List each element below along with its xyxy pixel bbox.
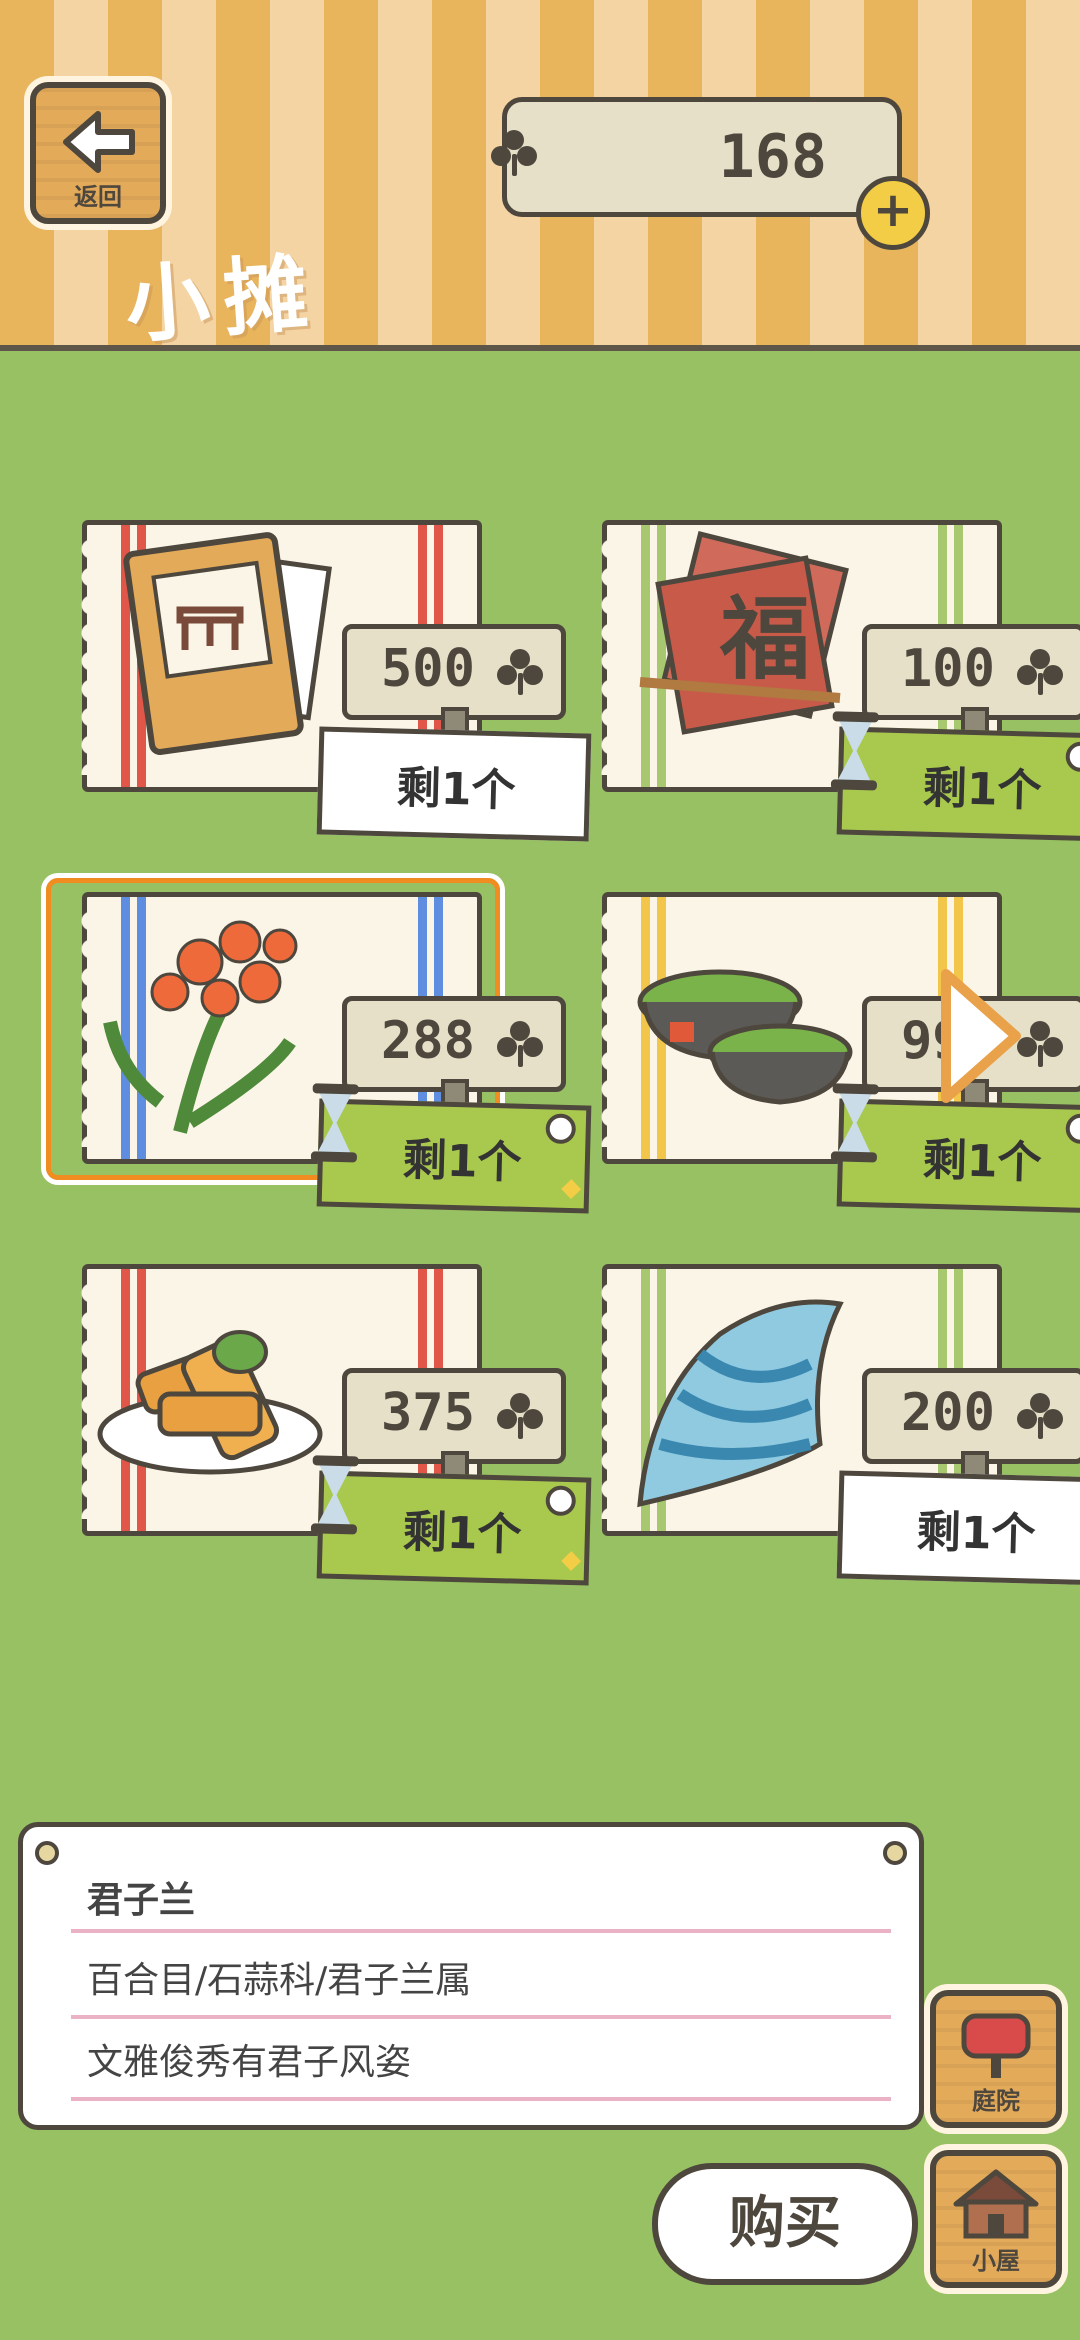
item-price: 100 bbox=[901, 639, 995, 699]
clover-icon bbox=[497, 1021, 543, 1067]
yard-button[interactable]: 庭院 bbox=[930, 1990, 1062, 2128]
back-arrow-icon bbox=[63, 111, 135, 173]
next-page-button[interactable] bbox=[938, 966, 1024, 1106]
page-title: 小摊 bbox=[122, 243, 325, 355]
hourglass-icon bbox=[830, 1083, 879, 1163]
book-cover-icon bbox=[90, 530, 350, 764]
pin-left-icon bbox=[35, 1841, 59, 1865]
item-price: 500 bbox=[381, 639, 475, 699]
item-card[interactable]: 288 剩1个 bbox=[46, 878, 592, 1214]
house-icon bbox=[953, 2169, 1039, 2239]
currency-value: 168 bbox=[718, 122, 827, 192]
item-card[interactable]: 福 100 剩1个 bbox=[580, 520, 1080, 842]
stock-label: 剩1个 bbox=[916, 1506, 1037, 1561]
stock-tag: 剩1个 bbox=[830, 1083, 1080, 1214]
clover-icon bbox=[1017, 649, 1063, 695]
sparkle-icon bbox=[561, 1179, 582, 1199]
svg-text:福: 福 bbox=[719, 586, 810, 692]
stock-tag: 剩1个 bbox=[836, 1470, 1080, 1586]
clock-icon bbox=[545, 1485, 577, 1517]
divider bbox=[71, 1929, 891, 1933]
moss-pot-icon bbox=[610, 902, 870, 1136]
price-tag: 288 bbox=[342, 996, 566, 1109]
price-tag: 375 bbox=[342, 1368, 566, 1481]
sparkle-icon bbox=[561, 1551, 582, 1571]
price-tag: 500 bbox=[342, 624, 566, 737]
yard-label: 庭院 bbox=[972, 2087, 1020, 2115]
item-card[interactable]: 500 剩1个 bbox=[60, 520, 592, 842]
mailbox-icon bbox=[961, 2013, 1031, 2078]
back-button[interactable]: 返回 bbox=[30, 82, 166, 224]
house-button[interactable]: 小屋 bbox=[930, 2150, 1062, 2288]
item-price: 288 bbox=[381, 1011, 475, 1071]
stock-label: 剩1个 bbox=[402, 1134, 523, 1189]
item-price: 200 bbox=[901, 1383, 995, 1443]
currency-display: 168 bbox=[491, 97, 902, 217]
clover-icon bbox=[1017, 1393, 1063, 1439]
house-label: 小屋 bbox=[972, 2247, 1020, 2275]
stock-tag: 剩1个 bbox=[310, 1083, 592, 1214]
clock-icon bbox=[1065, 741, 1080, 773]
stock-tag: 剩1个 bbox=[310, 1455, 592, 1586]
buy-button[interactable]: 购买 bbox=[652, 2163, 918, 2285]
stock-label: 剩1个 bbox=[922, 1134, 1043, 1189]
clock-icon bbox=[1065, 1113, 1080, 1145]
item-name: 君子兰 bbox=[87, 1880, 196, 1921]
calligraphy-paper-icon: 福 bbox=[610, 530, 870, 764]
price-tag: 200 bbox=[862, 1368, 1080, 1481]
hourglass-icon bbox=[310, 1455, 359, 1535]
stock-label: 剩1个 bbox=[922, 762, 1043, 817]
seashell-icon bbox=[610, 1274, 870, 1518]
stock-label: 剩1个 bbox=[396, 762, 517, 817]
price-tag: 100 bbox=[862, 624, 1080, 737]
add-currency-button[interactable]: + bbox=[856, 176, 930, 250]
back-label: 返回 bbox=[74, 183, 122, 211]
item-price: 375 bbox=[381, 1383, 475, 1443]
hourglass-icon bbox=[830, 711, 879, 791]
item-info-panel: 君子兰 百合目/石蒜科/君子兰属 文雅俊秀有君子风姿 bbox=[18, 1822, 924, 2130]
clivia-flower-icon bbox=[90, 902, 350, 1146]
hourglass-icon bbox=[310, 1083, 359, 1163]
item-description: 文雅俊秀有君子风姿 bbox=[87, 2042, 412, 2083]
divider bbox=[71, 2015, 891, 2019]
pin-right-icon bbox=[883, 1841, 907, 1865]
item-classification: 百合目/石蒜科/君子兰属 bbox=[87, 1960, 472, 2001]
item-card[interactable]: 200 剩1个 bbox=[580, 1264, 1080, 1586]
spring-rolls-icon bbox=[90, 1274, 350, 1508]
plus-icon: + bbox=[872, 182, 914, 238]
stock-label: 剩1个 bbox=[402, 1506, 523, 1561]
item-card[interactable]: 375 剩1个 bbox=[60, 1264, 592, 1586]
chevron-right-icon bbox=[941, 969, 1021, 1103]
divider bbox=[71, 2097, 891, 2101]
clover-icon bbox=[497, 649, 543, 695]
clock-icon bbox=[545, 1113, 577, 1145]
stock-tag: 剩1个 bbox=[316, 726, 592, 842]
clover-icon bbox=[491, 130, 537, 176]
stock-tag: 剩1个 bbox=[830, 711, 1080, 842]
clover-icon bbox=[497, 1393, 543, 1439]
